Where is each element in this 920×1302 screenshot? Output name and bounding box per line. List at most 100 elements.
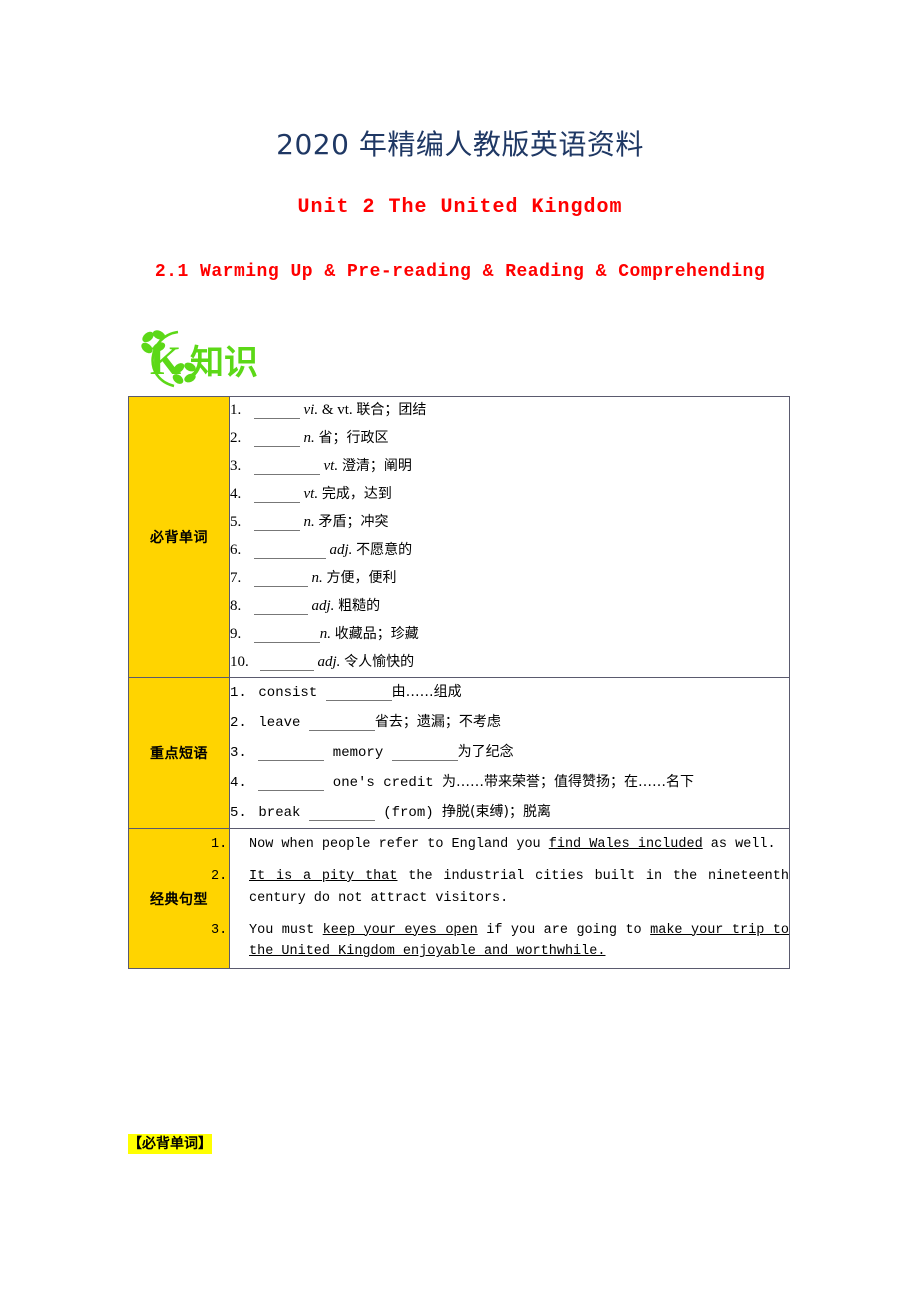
word-item: 3. vt. 澄清；阐明 — [230, 453, 789, 481]
word-num: 5. — [230, 514, 242, 530]
clover-k-logo-icon: K 知识 — [141, 330, 258, 388]
fill-blank[interactable] — [325, 686, 392, 701]
phrase-meaning: 挣脱(束缚)；脱离 — [442, 804, 551, 820]
phrase-num: 4. — [230, 775, 247, 791]
word-num: 9. — [230, 626, 242, 642]
word-pos2: & vt. — [321, 402, 353, 418]
word-pos: n. — [311, 570, 323, 586]
phrase-item: 5. break (from) 挣脱(束缚)；脱离 — [230, 798, 789, 828]
phrase-mid: one's credit — [324, 775, 443, 791]
knowledge-logo: K 知识 — [128, 326, 298, 392]
logo-text: 知识 — [190, 343, 258, 383]
sentence-num: 1. — [211, 837, 228, 852]
fill-blank[interactable] — [253, 431, 300, 447]
word-pos: n. — [303, 514, 315, 530]
word-meaning: 不愿意的 — [356, 542, 413, 558]
table-row-phrases: 重点短语 1. consist 由……组成 2. leave 省去；遗漏；不考虑… — [128, 677, 790, 829]
phrase-pre: consist — [258, 685, 326, 701]
fill-blank[interactable] — [253, 543, 326, 559]
phrase-mid: memory — [324, 745, 392, 761]
sentence-item: 3. You must keep your eyes open if you ar… — [211, 915, 789, 969]
word-pos: vi. — [303, 402, 319, 418]
sentence-num: 2. — [211, 868, 228, 884]
table-row-words: 必背单词 1. vi. & vt. 联合；团结 2. n. 省；行政区 3. v… — [128, 396, 790, 678]
sentence-body: It is a pity that the industrial cities … — [249, 869, 789, 906]
sentence-part-underlined: It is a pity that — [249, 868, 398, 884]
fill-blank[interactable] — [253, 487, 300, 503]
knowledge-table: 必背单词 1. vi. & vt. 联合；团结 2. n. 省；行政区 3. v… — [128, 396, 790, 970]
word-item: 5. n. 矛盾；冲突 — [230, 509, 789, 537]
word-meaning: 方便，便利 — [326, 570, 397, 586]
section-title: 2.1 Warming Up & Pre-reading & Reading &… — [154, 261, 766, 282]
fill-blank[interactable] — [391, 746, 458, 761]
word-item: 1. vi. & vt. 联合；团结 — [230, 397, 789, 425]
phrase-meaning: 由……组成 — [391, 684, 462, 700]
phrase-pre: break — [258, 805, 309, 821]
phrase-meaning: 省去；遗漏；不考虑 — [374, 714, 501, 730]
word-num: 7. — [230, 570, 242, 586]
sentence-num: 3. — [211, 922, 228, 938]
word-item: 2. n. 省；行政区 — [230, 425, 789, 453]
fill-blank[interactable] — [253, 599, 308, 615]
footer-section-label: 【必背单词】 — [128, 1134, 212, 1155]
phrase-meaning: 为了纪念 — [457, 744, 514, 760]
phrase-item: 3. memory 为了纪念 — [230, 738, 789, 768]
phrase-meaning: 为……带来荣誉；值得赞扬；在……名下 — [442, 774, 695, 790]
word-num: 1. — [230, 402, 242, 418]
row-label-phrases: 重点短语 — [128, 677, 230, 829]
word-pos: vt. — [323, 458, 339, 474]
word-item: 7. n. 方便，便利 — [230, 565, 789, 593]
word-num: 6. — [230, 542, 242, 558]
fill-blank[interactable] — [308, 806, 375, 821]
word-num: 3. — [230, 458, 242, 474]
word-num: 10. — [230, 654, 249, 670]
fill-blank[interactable] — [259, 655, 314, 671]
fill-blank[interactable] — [253, 571, 308, 587]
document-title: 2020 年精编人教版英语资料 — [276, 128, 644, 161]
sentence-item: 2. It is a pity that the industrial citie… — [211, 861, 789, 915]
phrase-item: 2. leave 省去；遗漏；不考虑 — [230, 708, 789, 738]
sentence-part: if you are going to — [477, 922, 651, 938]
sentence-part: You must — [249, 922, 323, 938]
word-pos: adj. — [329, 542, 353, 558]
document-page: 2020 年精编人教版英语资料 Unit 2 The United Kingdo… — [0, 0, 920, 1302]
sentence-part-underlined: keep your eyes open — [322, 922, 478, 938]
row-label-words: 必背单词 — [128, 396, 230, 678]
word-pos: n. — [303, 430, 315, 446]
word-num: 8. — [230, 598, 242, 614]
sentence-body: You must keep your eyes open if you are … — [249, 923, 789, 960]
fill-blank[interactable] — [253, 515, 300, 531]
phrase-item: 4. one's credit 为……带来荣誉；值得赞扬；在……名下 — [230, 768, 789, 798]
fill-blank[interactable] — [253, 627, 320, 643]
word-item: 9. n. 收藏品；珍藏 — [230, 621, 789, 649]
word-pos: vt. — [303, 486, 319, 502]
fill-blank[interactable] — [258, 776, 325, 791]
row-content-sentences: 1. Now when people refer to England you f… — [211, 827, 790, 970]
sentence-part: as well. — [702, 837, 776, 852]
word-meaning: 矛盾；冲突 — [318, 514, 389, 530]
fill-blank[interactable] — [253, 459, 320, 475]
phrase-item: 1. consist 由……组成 — [230, 678, 789, 708]
word-num: 4. — [230, 486, 242, 502]
table-row-sentences: 经典句型 1. Now when people refer to England … — [128, 827, 790, 970]
phrase-num: 5. — [230, 805, 247, 821]
word-meaning: 联合；团结 — [356, 402, 427, 418]
word-meaning: 澄清；阐明 — [341, 458, 412, 474]
sentence-body: Now when people refer to England you fin… — [249, 837, 776, 852]
word-meaning: 粗糙的 — [338, 598, 381, 614]
word-num: 2. — [230, 430, 242, 446]
fill-blank[interactable] — [253, 403, 300, 419]
fill-blank[interactable] — [308, 716, 375, 731]
fill-blank[interactable] — [258, 746, 325, 761]
sentence-part-underlined: find Wales included — [548, 837, 703, 852]
word-pos: adj. — [317, 654, 341, 670]
phrase-num: 2. — [230, 715, 247, 731]
unit-title: Unit 2 The United Kingdom — [297, 195, 623, 219]
word-item: 10. adj. 令人愉快的 — [230, 649, 789, 677]
word-item: 8. adj. 粗糙的 — [230, 593, 789, 621]
word-pos: adj. — [311, 598, 335, 614]
word-meaning: 收藏品；珍藏 — [334, 626, 419, 642]
phrase-num: 3. — [230, 745, 247, 761]
sentence-part: Now when people refer to England you — [249, 837, 549, 852]
word-pos: n. — [319, 626, 331, 642]
